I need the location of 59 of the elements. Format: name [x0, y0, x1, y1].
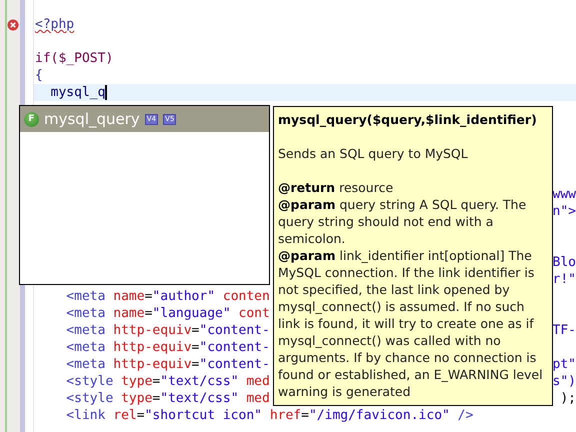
- code-text: pt": [552, 357, 576, 372]
- code-text: "author": [152, 289, 216, 304]
- code-text: "/img/favicon.ico": [308, 408, 450, 423]
- code-text: http-equiv: [112, 323, 192, 338]
- code-text: rel: [112, 408, 137, 423]
- code-text: =: [136, 408, 145, 423]
- code-text: <style: [65, 391, 114, 406]
- code-text: if($_POST): [35, 51, 114, 66]
- code-text: =: [192, 357, 200, 372]
- code-text: <link: [65, 408, 106, 423]
- text-cursor: [105, 85, 108, 100]
- code-text: TF-: [552, 323, 576, 338]
- code-text: n">: [552, 204, 576, 219]
- code-text: http-equiv: [112, 357, 192, 372]
- code-text: www: [552, 187, 576, 202]
- code-text: <meta: [65, 306, 106, 321]
- code-text: cont: [238, 306, 270, 321]
- code-text: conten: [222, 289, 270, 304]
- code-text: name: [112, 306, 145, 321]
- code-text: "content-: [199, 357, 270, 372]
- code-text: <meta: [65, 289, 106, 304]
- code-text: <meta: [65, 340, 106, 355]
- code-text: "content-: [199, 323, 270, 338]
- code-text: <meta: [65, 323, 106, 338]
- code-text: "text/css": [160, 374, 239, 389]
- code-text: name: [112, 289, 145, 304]
- code-text: s"): [552, 374, 576, 389]
- function-icon: F: [24, 112, 39, 126]
- code-text: "text/css": [160, 391, 239, 406]
- doc-entry: @param query string A SQL query. The query string should not end with a semicolon.: [278, 196, 528, 247]
- code-text: {: [35, 68, 43, 83]
- code-text: med: [245, 391, 270, 406]
- code-text: r!": [552, 272, 576, 287]
- code-text: <style: [65, 374, 114, 389]
- code-text: =: [192, 323, 200, 338]
- doc-entry: @return resource: [278, 179, 394, 196]
- code-text: type: [120, 391, 152, 406]
- code-text: =: [144, 289, 152, 304]
- code-text: <meta: [65, 357, 106, 372]
- code-text: Blo: [552, 255, 576, 270]
- code-text: med: [245, 374, 270, 389]
- code-text: =: [144, 306, 152, 321]
- code-text: http-equiv: [112, 340, 192, 355]
- code-text: =: [152, 391, 160, 406]
- code-text: "shortcut icon": [144, 408, 262, 423]
- code-text: <?php: [35, 17, 74, 32]
- code-text: type: [120, 374, 152, 389]
- code-text: mysql_q: [50, 85, 106, 100]
- code-text: =: [152, 374, 160, 389]
- code-text: );: [560, 391, 576, 406]
- tooltip-description: Sends an SQL query to MySQL: [278, 145, 469, 162]
- doc-entry: @param link_identifier int[optional] The MySQL connection. If the link identifier is not specified, the last link opened by mysql_connect() is assumed. If no such link is found, it will try to create one as if mysql_connect() was called with no arguments. If by chance no connection is found or established, an E_WARNING level warning is generated: [278, 247, 544, 400]
- code-text: href: [268, 408, 302, 423]
- code-text: "content-: [199, 340, 270, 355]
- code-text: />: [456, 408, 474, 423]
- code-text: "language": [152, 306, 231, 321]
- code-text: =: [301, 408, 309, 423]
- code-text: =: [192, 340, 200, 355]
- tooltip-title: mysql_query($query,$link_identifier): [278, 111, 538, 128]
